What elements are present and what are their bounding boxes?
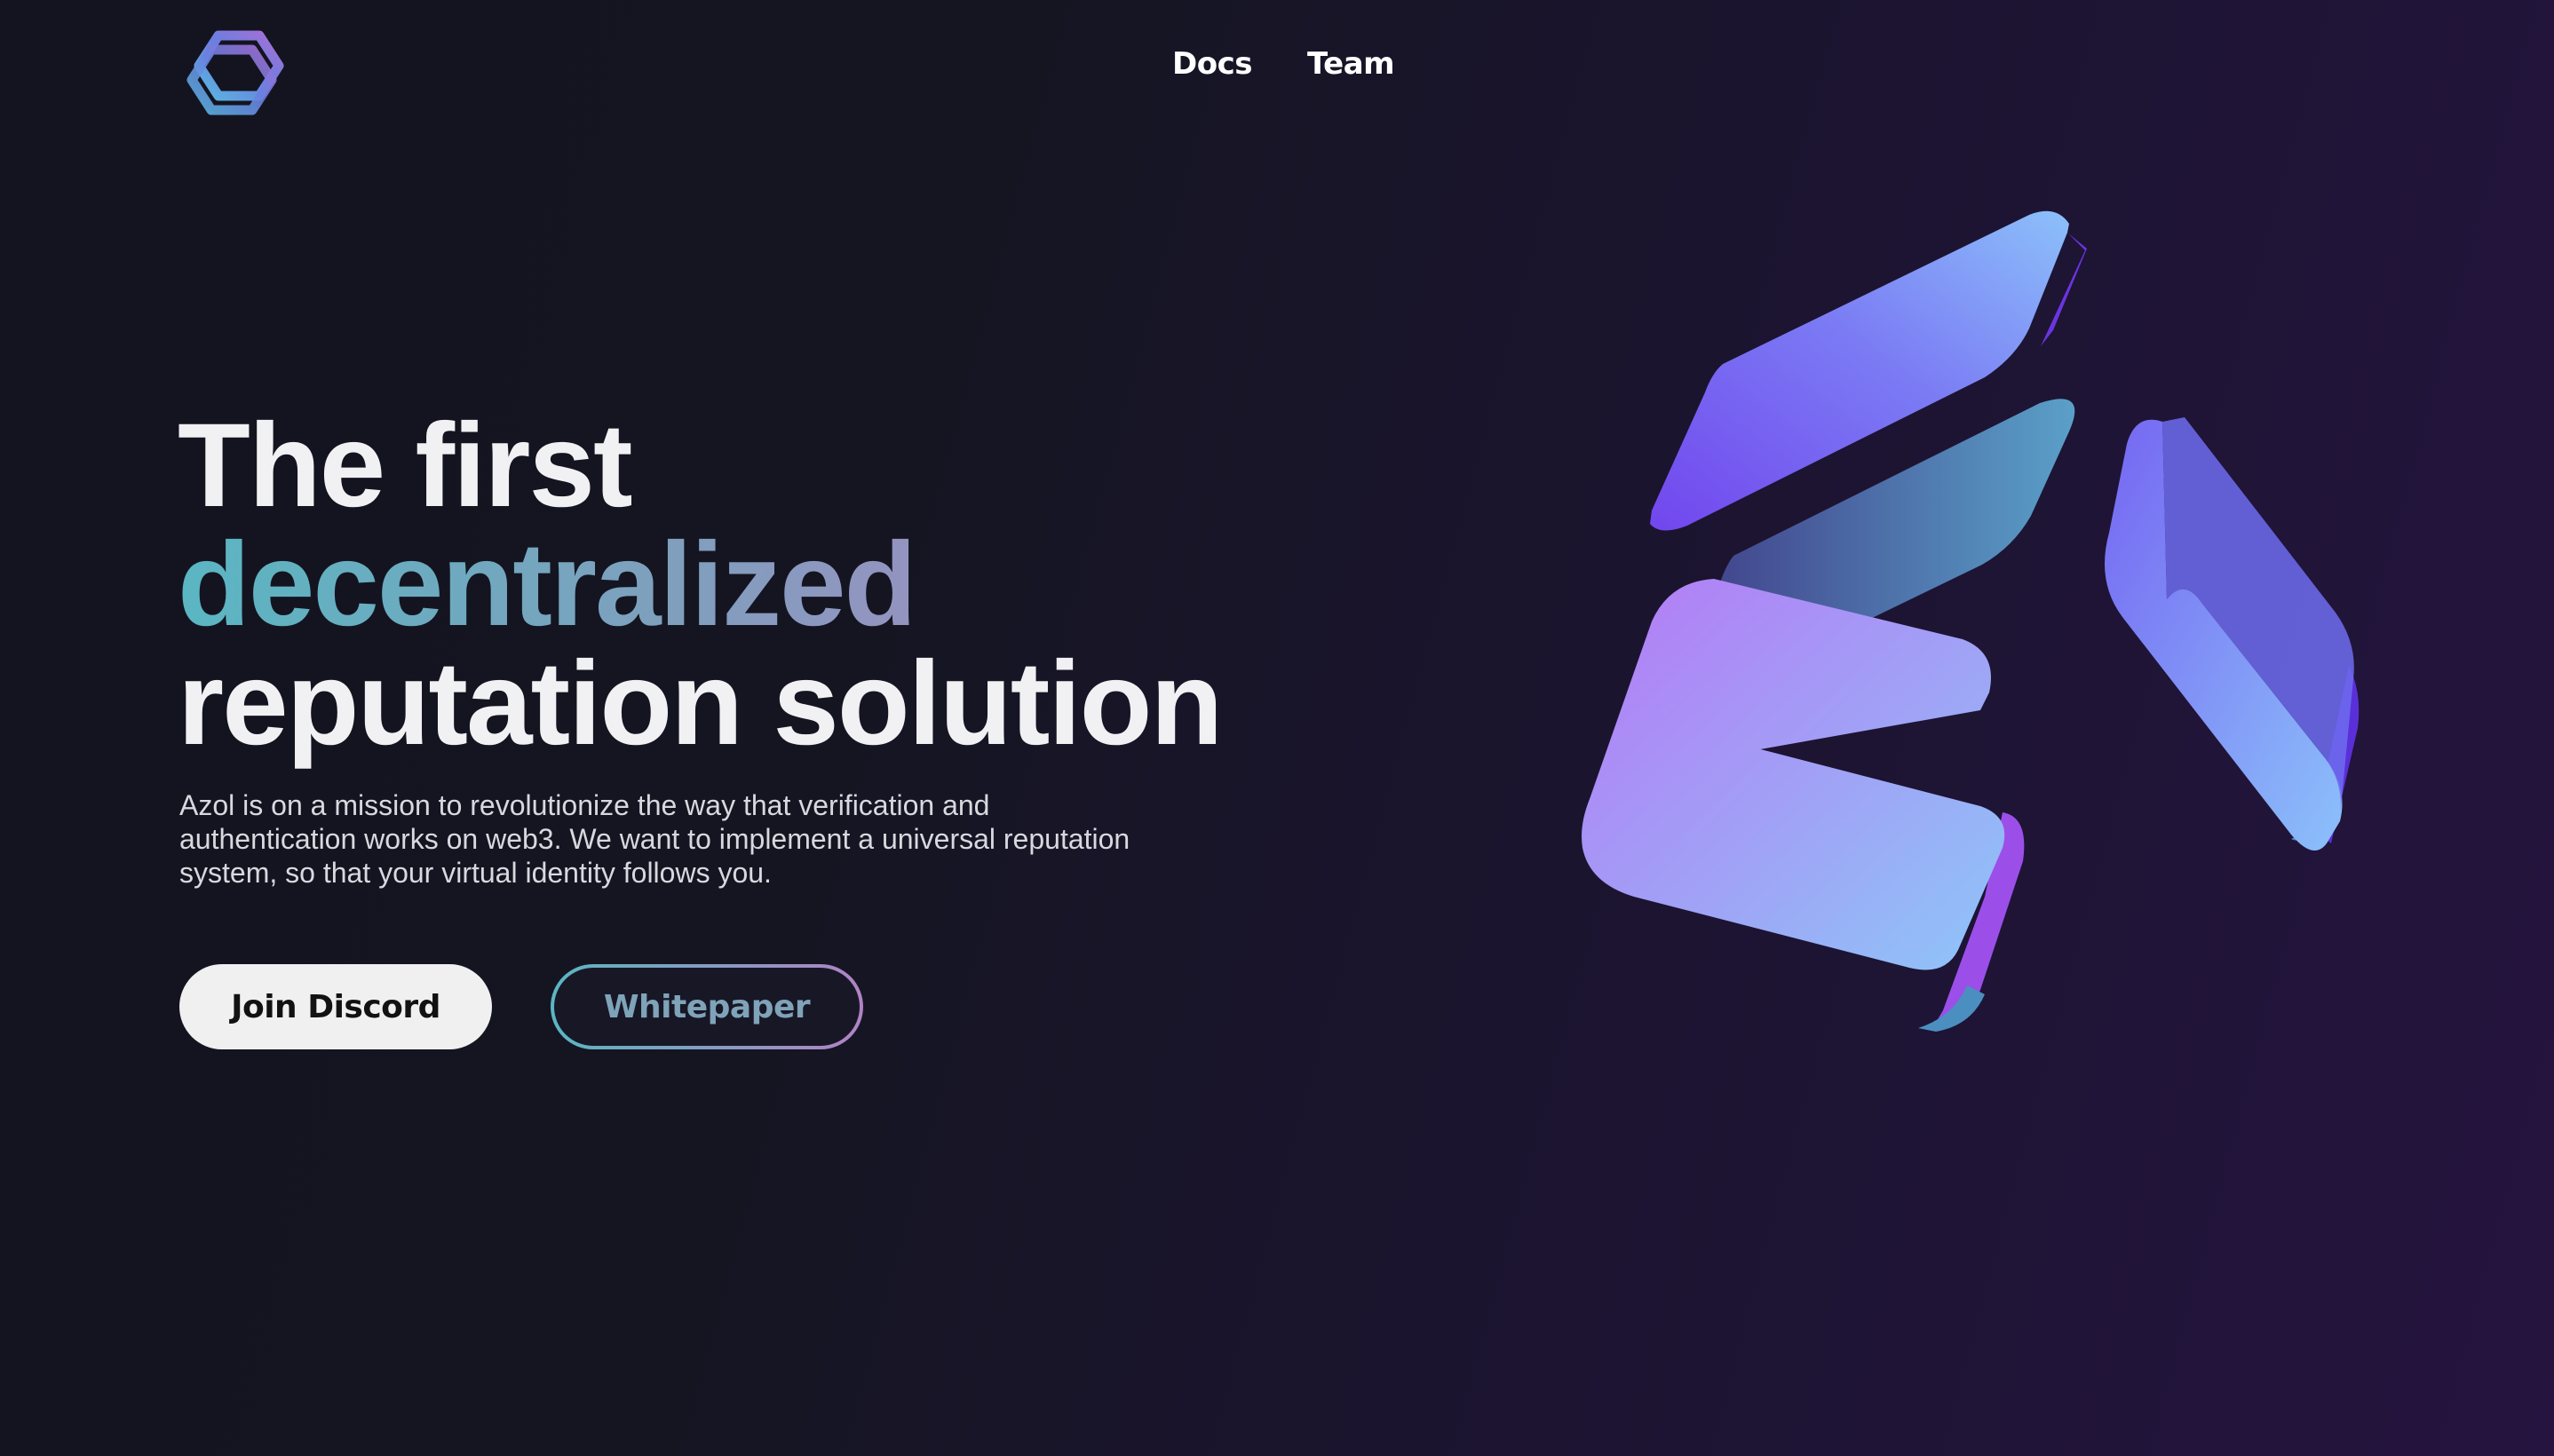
nav-link-team[interactable]: Team	[1307, 46, 1395, 82]
headline-line-1: The first	[178, 400, 633, 532]
floating-card-right	[2105, 417, 2360, 851]
whitepaper-button[interactable]: Whitepaper	[551, 964, 863, 1049]
floating-card-bottom	[1582, 579, 2025, 1032]
nav-link-docs[interactable]: Docs	[1172, 46, 1252, 82]
floating-cards-illustration	[1582, 210, 2360, 1032]
headline-line-3: reputation solution	[178, 637, 1223, 770]
hero-headline: The first decentralized reputation solut…	[178, 407, 1243, 764]
main-nav: Docs Team	[1172, 46, 1395, 82]
hero-actions: Join Discord Whitepaper	[179, 964, 863, 1049]
hero-description: Azol is on a mission to revolutionize th…	[179, 789, 1130, 889]
headline-line-2-gradient: decentralized	[178, 526, 1243, 645]
hero-section: The first decentralized reputation solut…	[178, 407, 1243, 890]
join-discord-button[interactable]: Join Discord	[179, 964, 492, 1049]
hexagon-logo-icon[interactable]	[178, 20, 293, 126]
